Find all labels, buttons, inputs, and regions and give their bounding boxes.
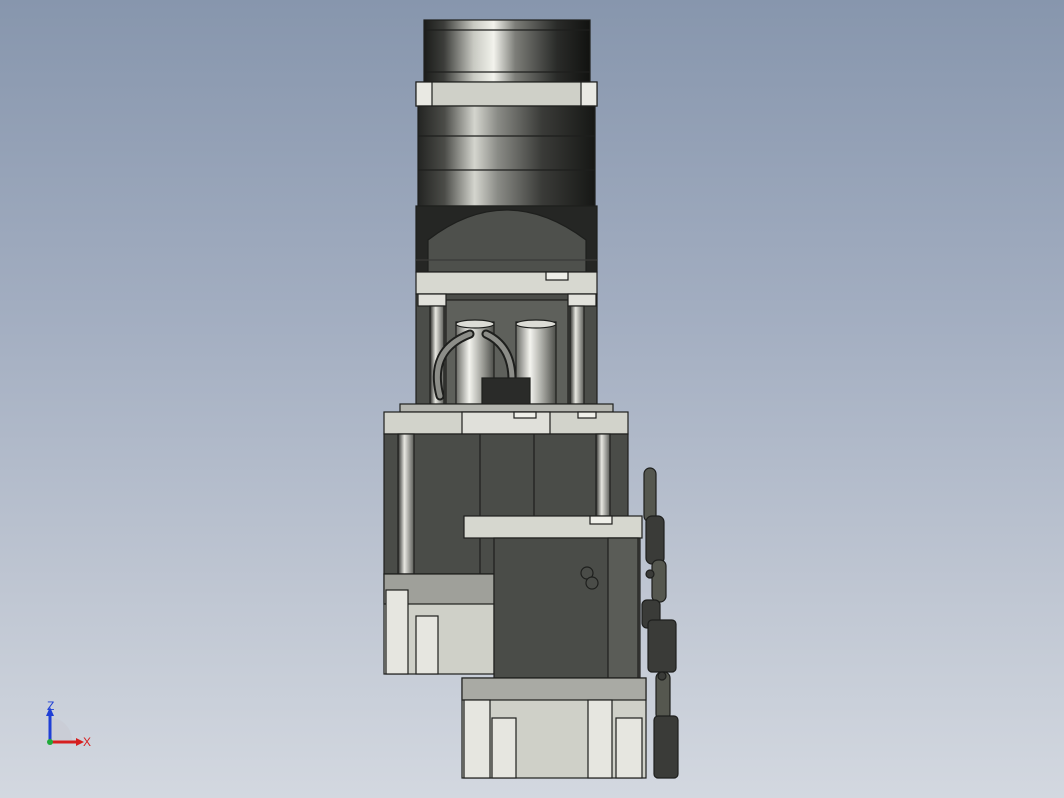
slider-block[interactable] <box>493 537 641 679</box>
orientation-triad: Z X <box>38 696 98 756</box>
slider-base[interactable] <box>461 677 647 779</box>
motor-flange-ring[interactable] <box>415 81 598 107</box>
motor-cylinder-top[interactable] <box>423 19 591 83</box>
cable-chain[interactable] <box>641 467 679 779</box>
connector-block[interactable] <box>481 377 531 405</box>
carriage-top-plate[interactable] <box>383 403 629 435</box>
x-axis-label: X <box>83 735 92 749</box>
gearbox-housing[interactable] <box>415 205 598 273</box>
cad-viewport[interactable] <box>0 0 1064 798</box>
carriage-lower-section[interactable] <box>383 573 495 675</box>
motor-body-lower-cylinder[interactable] <box>417 105 596 207</box>
slider-plate[interactable] <box>463 515 643 539</box>
triad-origin <box>47 739 53 745</box>
z-axis-label: Z <box>47 699 55 713</box>
gearbox-base-plate[interactable] <box>415 271 598 295</box>
